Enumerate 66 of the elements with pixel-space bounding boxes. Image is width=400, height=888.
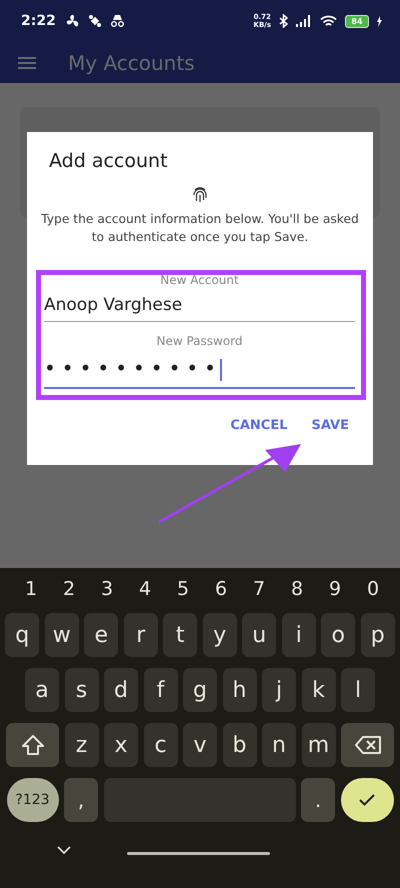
- battery-level: 84: [345, 14, 369, 28]
- fan-icon: [66, 14, 80, 28]
- fingerprint-icon: [192, 186, 208, 204]
- number-key[interactable]: 3: [97, 578, 117, 608]
- letter-key[interactable]: f: [144, 668, 178, 712]
- shift-icon: [22, 735, 44, 755]
- letter-key[interactable]: u: [242, 613, 276, 657]
- number-key[interactable]: 4: [135, 578, 155, 608]
- letter-key[interactable]: m: [302, 723, 336, 767]
- dialog-button[interactable]: CANCEL: [230, 418, 288, 433]
- number-key[interactable]: 7: [249, 578, 269, 608]
- letter-key[interactable]: d: [104, 668, 138, 712]
- signal-icon: [296, 15, 312, 27]
- letter-key[interactable]: b: [222, 723, 256, 767]
- letter-key[interactable]: t: [163, 613, 198, 657]
- checkmark-icon: [359, 794, 375, 806]
- letter-key[interactable]: v: [183, 723, 217, 767]
- number-key[interactable]: 8: [287, 578, 307, 608]
- shift-key[interactable]: [6, 723, 59, 767]
- number-key[interactable]: 5: [173, 578, 193, 608]
- letter-key[interactable]: i: [282, 613, 316, 657]
- letter-key[interactable]: z: [64, 723, 98, 767]
- backspace-key[interactable]: [341, 723, 394, 767]
- letter-key[interactable]: o: [321, 613, 356, 657]
- app-title: My Accounts: [68, 50, 195, 74]
- satellite-icon: [88, 14, 102, 28]
- wifi-icon: [320, 14, 337, 28]
- letter-key[interactable]: y: [202, 613, 237, 657]
- comma-key[interactable]: ,: [64, 778, 98, 822]
- period-key[interactable]: .: [301, 778, 335, 822]
- incognito-icon: [110, 15, 125, 27]
- dialog-title: Add account: [48, 150, 169, 172]
- dialog-button[interactable]: SAVE: [312, 418, 349, 433]
- letter-key[interactable]: e: [84, 613, 118, 657]
- number-key[interactable]: 6: [211, 578, 231, 608]
- number-key[interactable]: 2: [59, 578, 79, 608]
- letter-key[interactable]: q: [5, 613, 40, 657]
- enter-key[interactable]: [340, 778, 394, 822]
- field-label: New Account: [159, 273, 240, 287]
- field-label: New Password: [155, 334, 244, 348]
- letter-key[interactable]: s: [64, 668, 98, 712]
- letter-key[interactable]: n: [262, 723, 296, 767]
- bluetooth-icon: [279, 14, 288, 28]
- letter-key[interactable]: g: [183, 668, 217, 712]
- letter-key[interactable]: j: [262, 668, 296, 712]
- letter-key[interactable]: k: [302, 668, 336, 712]
- letter-key[interactable]: w: [44, 613, 79, 657]
- dialog-message: Type the account information below. You'll be asked to authenticate once you tap Save.: [40, 211, 360, 246]
- letter-key[interactable]: x: [104, 723, 138, 767]
- input-field[interactable]: ••••••••••: [44, 348, 355, 389]
- clock-time: 2:22: [21, 13, 56, 29]
- letter-key[interactable]: a: [25, 668, 59, 712]
- letter-key[interactable]: p: [360, 613, 395, 657]
- letter-key[interactable]: h: [222, 668, 256, 712]
- letter-key[interactable]: r: [124, 613, 158, 657]
- backspace-icon: [354, 736, 380, 754]
- symbols-key[interactable]: ?123: [6, 778, 58, 822]
- menu-icon[interactable]: [18, 56, 36, 68]
- number-key[interactable]: 1: [21, 578, 41, 608]
- chevron-down-icon[interactable]: [57, 846, 71, 854]
- input-field[interactable]: Anoop Varghese: [44, 287, 355, 322]
- letter-key[interactable]: c: [144, 723, 178, 767]
- number-key[interactable]: 0: [363, 578, 383, 608]
- letter-key[interactable]: l: [341, 668, 375, 712]
- number-key[interactable]: 9: [325, 578, 345, 608]
- charging-icon: [377, 16, 382, 26]
